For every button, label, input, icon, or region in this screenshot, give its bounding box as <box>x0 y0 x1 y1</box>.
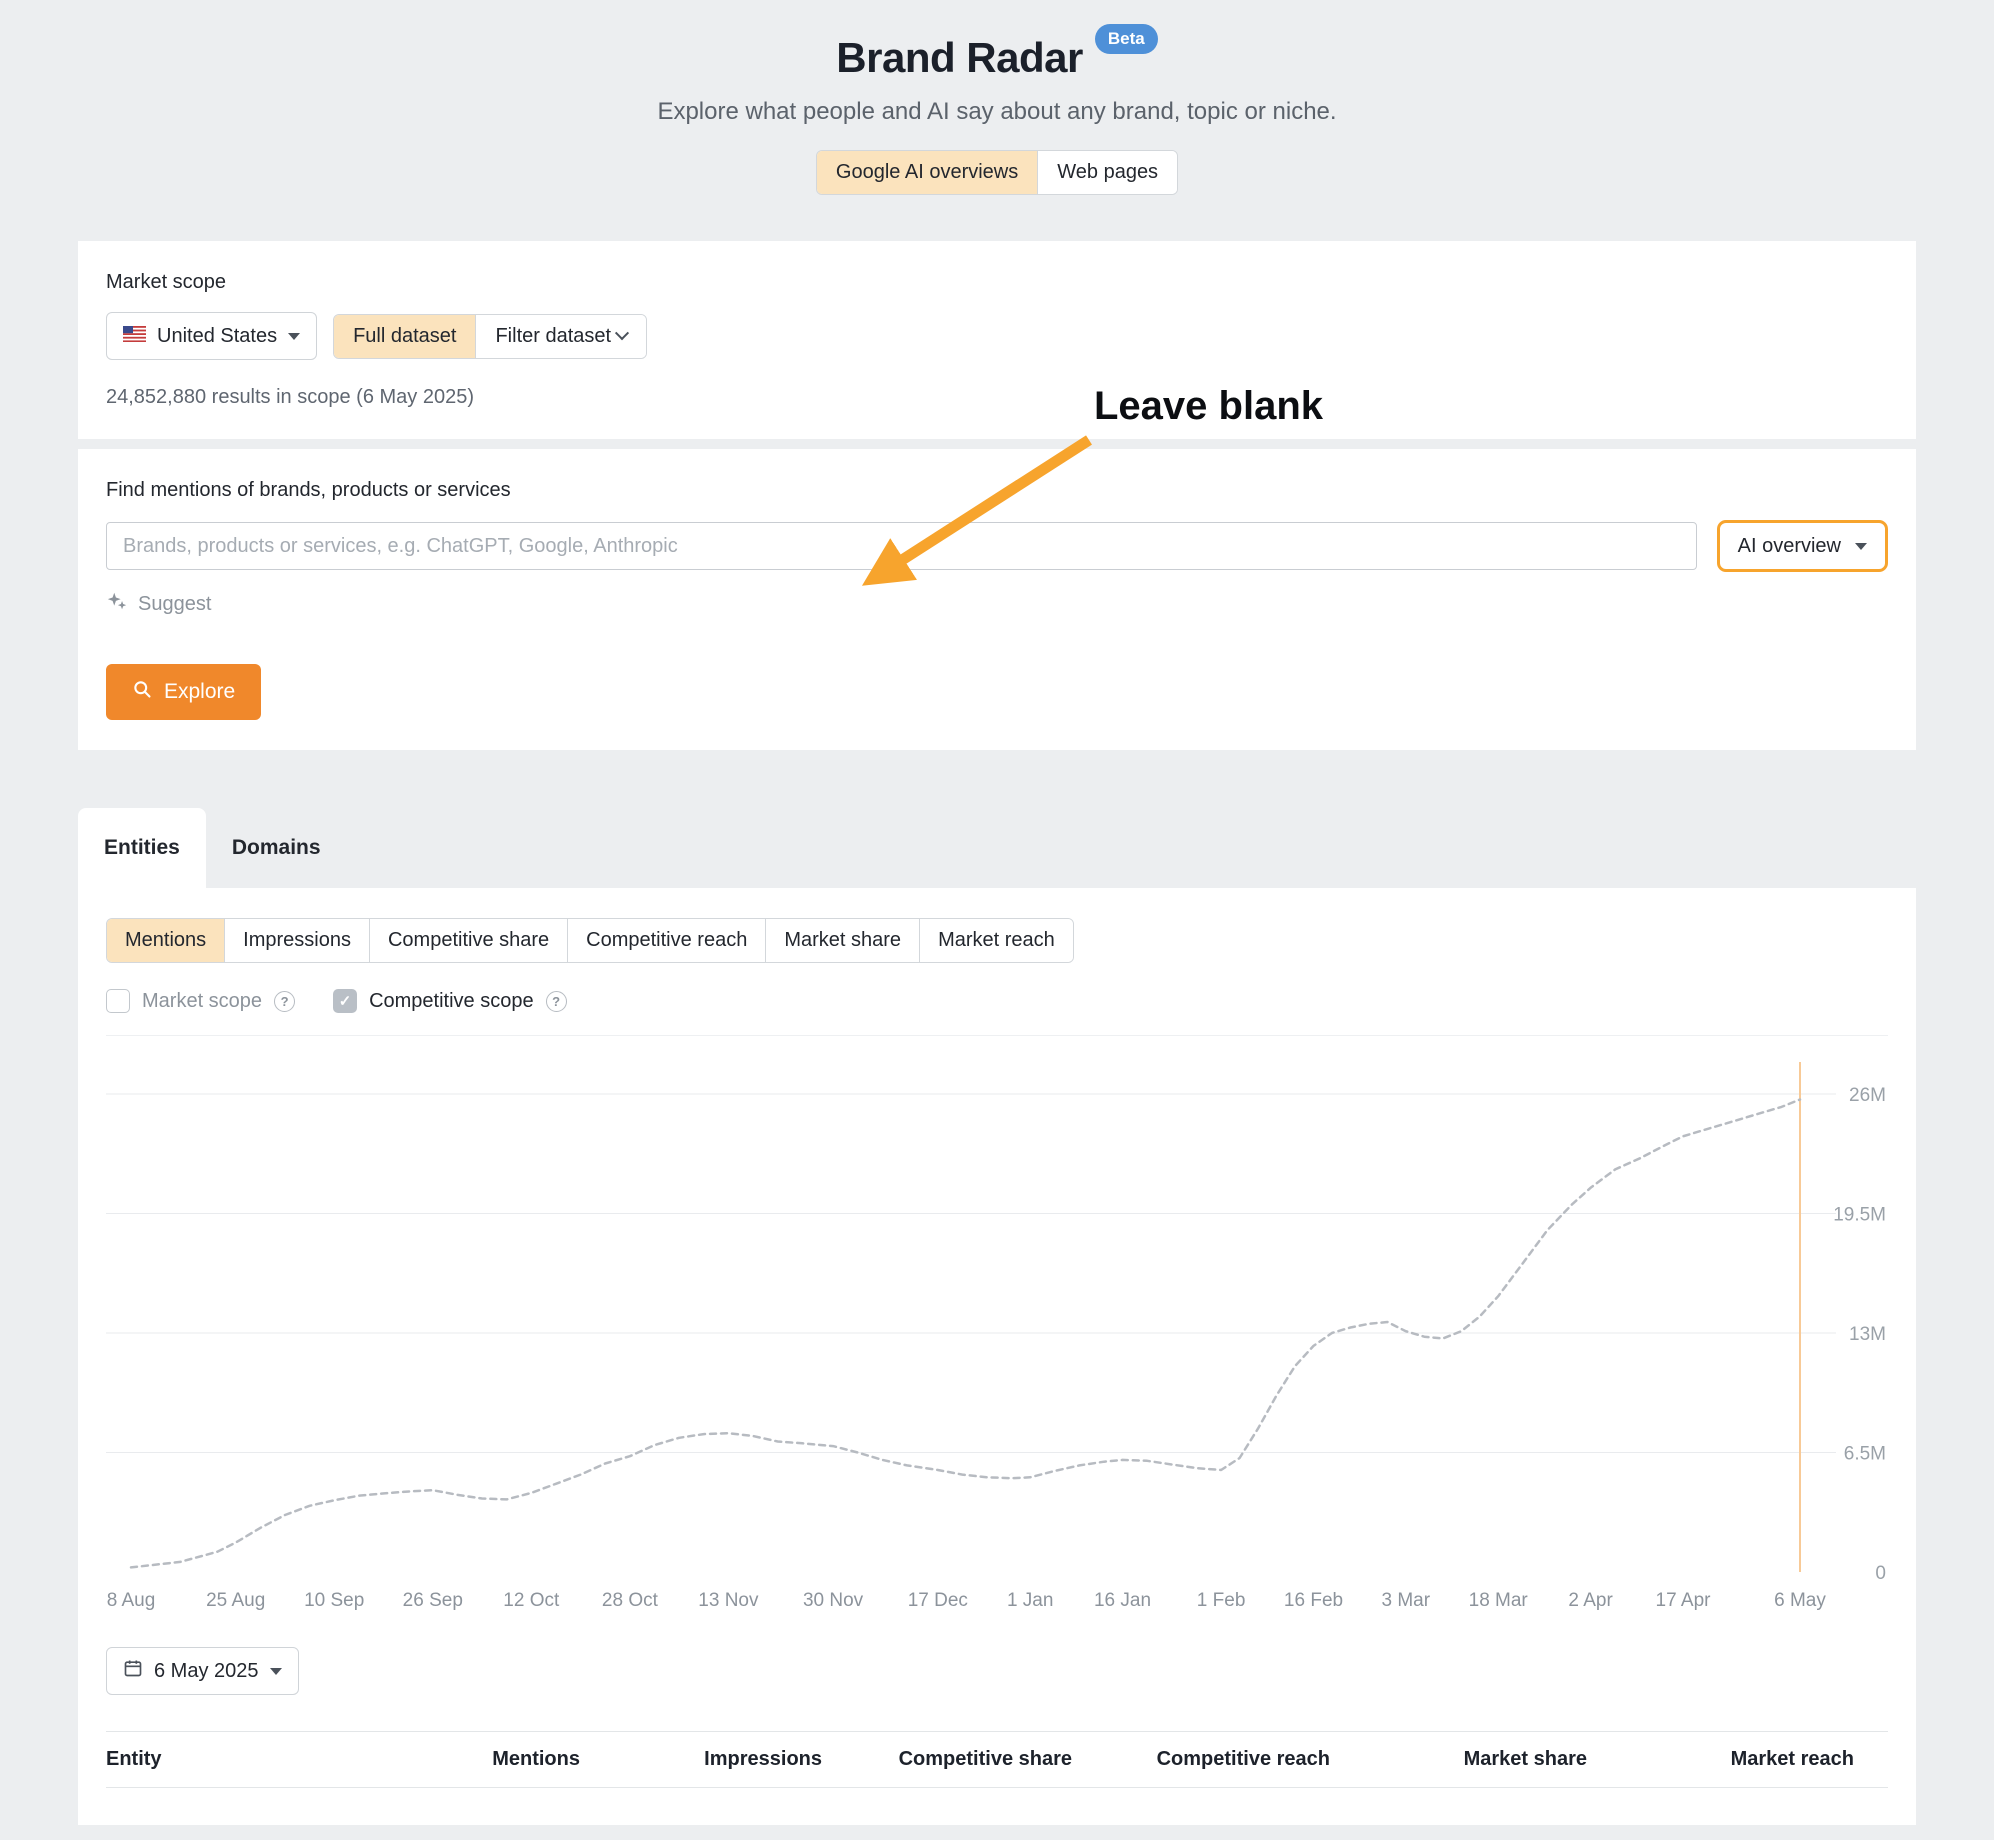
column-market-reach: Market reach <box>1587 1748 1888 1771</box>
page-title: Brand Radar <box>836 34 1083 82</box>
chevron-down-icon <box>1855 543 1867 550</box>
market-scope-controls: United States Full dataset Filter datase… <box>106 312 1888 360</box>
market-scope-checkbox-label: Market scope <box>142 990 262 1013</box>
page-subtitle: Explore what people and AI say about any… <box>0 98 1994 126</box>
metric-market-reach[interactable]: Market reach <box>919 919 1073 962</box>
svg-text:25 Aug: 25 Aug <box>206 1590 265 1611</box>
svg-text:17 Dec: 17 Dec <box>908 1590 968 1611</box>
search-row: AI overview <box>106 520 1888 572</box>
metric-impressions[interactable]: Impressions <box>224 919 369 962</box>
explore-button[interactable]: Explore <box>106 664 261 720</box>
date-picker[interactable]: 6 May 2025 <box>106 1647 299 1695</box>
filter-dataset-label: Filter dataset <box>495 325 611 348</box>
market-scope-toggle[interactable]: Market scope ? <box>106 989 295 1013</box>
entities-panel: Mentions Impressions Competitive share C… <box>78 888 1916 1825</box>
svg-text:8 Aug: 8 Aug <box>107 1590 156 1611</box>
metric-market-share[interactable]: Market share <box>765 919 919 962</box>
source-toggle: Google AI overviews Web pages <box>816 150 1178 195</box>
chevron-down-icon <box>270 1668 282 1675</box>
svg-text:3 Mar: 3 Mar <box>1382 1590 1431 1611</box>
date-picker-label: 6 May 2025 <box>154 1660 259 1683</box>
metric-competitive-reach[interactable]: Competitive reach <box>567 919 765 962</box>
svg-text:16 Feb: 16 Feb <box>1284 1590 1343 1611</box>
svg-text:1 Feb: 1 Feb <box>1197 1590 1246 1611</box>
help-icon[interactable]: ? <box>546 991 567 1012</box>
us-flag-icon <box>123 325 146 348</box>
search-icon <box>132 679 152 705</box>
entity-domain-tabs: Entities Domains <box>78 808 1916 888</box>
help-icon[interactable]: ? <box>274 991 295 1012</box>
toggle-google-ai-overviews[interactable]: Google AI overviews <box>817 151 1037 194</box>
search-card: Find mentions of brands, products or ser… <box>78 449 1916 750</box>
suggest-button[interactable]: Suggest <box>106 590 211 618</box>
market-scope-checkbox[interactable] <box>106 989 130 1013</box>
chevron-down-icon <box>615 326 629 340</box>
competitive-scope-checkbox[interactable]: ✓ <box>333 989 357 1013</box>
header: Brand Radar Beta Explore what people and… <box>0 0 1994 195</box>
column-mentions: Mentions <box>470 1748 580 1771</box>
search-label: Find mentions of brands, products or ser… <box>106 479 1888 502</box>
svg-text:6 May: 6 May <box>1774 1590 1826 1611</box>
mentions-chart-area: 26M 19.5M 13M 6.5M 0 8 Aug 25 Aug 10 Sep 26 Sep 1… <box>106 1035 1888 1621</box>
metric-mentions[interactable]: Mentions <box>107 919 224 962</box>
svg-text:17 Apr: 17 Apr <box>1656 1590 1712 1611</box>
column-entity: Entity <box>106 1748 470 1771</box>
column-competitive-reach: Competitive reach <box>1072 1748 1330 1771</box>
market-scope-card: Market scope United States <box>78 241 1916 439</box>
ai-overview-select[interactable]: AI overview <box>1717 520 1888 572</box>
svg-text:2 Apr: 2 Apr <box>1568 1590 1613 1611</box>
calendar-icon <box>123 1658 143 1684</box>
scope-toggles: Market scope ? ✓ Competitive scope ? <box>106 989 1888 1013</box>
sparkle-icon <box>106 590 128 618</box>
competitive-scope-toggle[interactable]: ✓ Competitive scope ? <box>333 989 567 1013</box>
svg-text:16 Jan: 16 Jan <box>1094 1590 1151 1611</box>
title-row: Brand Radar Beta <box>0 34 1994 82</box>
svg-text:13 Nov: 13 Nov <box>698 1590 759 1611</box>
svg-text:26 Sep: 26 Sep <box>403 1590 463 1611</box>
metric-toggle: Mentions Impressions Competitive share C… <box>106 918 1074 963</box>
toggle-web-pages[interactable]: Web pages <box>1037 151 1177 194</box>
beta-badge: Beta <box>1095 24 1158 54</box>
svg-text:0: 0 <box>1875 1563 1886 1584</box>
tab-entities[interactable]: Entities <box>78 808 206 888</box>
tab-domains[interactable]: Domains <box>206 808 347 888</box>
svg-text:28 Oct: 28 Oct <box>602 1590 659 1611</box>
results-in-scope-text: 24,852,880 results in scope (6 May 2025) <box>106 386 1888 409</box>
svg-text:18 Mar: 18 Mar <box>1469 1590 1529 1611</box>
svg-text:13M: 13M <box>1849 1324 1886 1345</box>
competitive-scope-checkbox-label: Competitive scope <box>369 990 534 1013</box>
mentions-chart[interactable]: 26M 19.5M 13M 6.5M 0 8 Aug 25 Aug 10 Sep 26 Sep 1… <box>106 1036 1888 1616</box>
svg-text:1 Jan: 1 Jan <box>1007 1590 1053 1611</box>
suggest-label: Suggest <box>138 593 211 616</box>
brand-radar-page: Brand Radar Beta Explore what people and… <box>0 0 1994 1840</box>
svg-text:19.5M: 19.5M <box>1833 1205 1886 1226</box>
country-label: United States <box>157 325 277 348</box>
svg-text:6.5M: 6.5M <box>1844 1444 1886 1465</box>
explore-label: Explore <box>164 680 235 704</box>
chevron-down-icon <box>288 333 300 340</box>
full-dataset-button[interactable]: Full dataset <box>334 315 475 358</box>
country-select[interactable]: United States <box>106 312 317 360</box>
dataset-toggle: Full dataset Filter dataset <box>333 314 647 359</box>
search-input[interactable] <box>106 522 1697 570</box>
column-competitive-share: Competitive share <box>822 1748 1072 1771</box>
ai-overview-label: AI overview <box>1738 535 1841 558</box>
metric-competitive-share[interactable]: Competitive share <box>369 919 567 962</box>
column-market-share: Market share <box>1330 1748 1587 1771</box>
svg-text:30 Nov: 30 Nov <box>803 1590 864 1611</box>
results-table-header: Entity Mentions Impressions Competitive … <box>106 1731 1888 1788</box>
svg-text:10 Sep: 10 Sep <box>304 1590 364 1611</box>
svg-text:12 Oct: 12 Oct <box>503 1590 560 1611</box>
filter-dataset-button[interactable]: Filter dataset <box>475 315 646 358</box>
column-impressions: Impressions <box>580 1748 822 1771</box>
svg-text:26M: 26M <box>1849 1085 1886 1106</box>
market-scope-label: Market scope <box>106 271 1888 294</box>
